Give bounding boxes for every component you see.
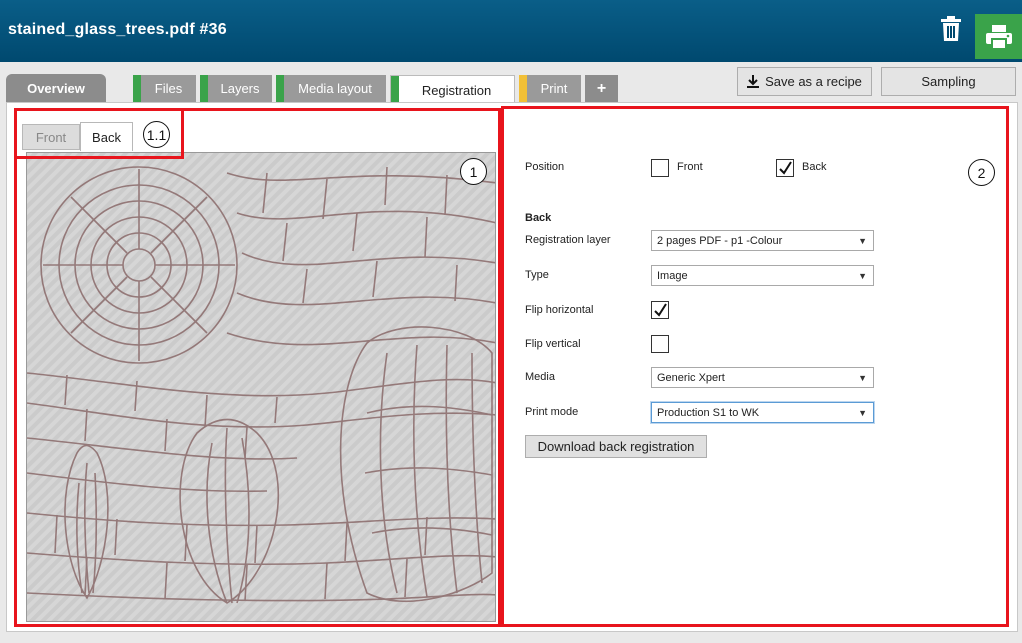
side-tab-label: Front [35,129,67,145]
select-value: Image [657,269,688,282]
status-strip [133,75,141,102]
tab-print[interactable]: Print [519,75,581,102]
trash-icon[interactable] [936,14,966,44]
save-as-recipe-button[interactable]: Save as a recipe [737,67,872,96]
tab-files[interactable]: Files [133,75,196,102]
download-back-registration-button[interactable]: Download back registration [525,435,707,458]
registration-preview-image [26,152,496,622]
tab-label: Print [540,81,568,96]
position-label: Position [525,161,565,173]
document-title: stained_glass_trees.pdf #36 [8,21,227,38]
print-mode-label: Print mode [525,406,579,418]
position-front-label: Front [677,161,703,173]
tab-layers[interactable]: Layers [200,75,272,102]
tab-label: Files [154,81,183,96]
dropdown-arrow-icon: ▼ [858,271,867,281]
side-tab-front[interactable]: Front [22,124,80,150]
select-value: 2 pages PDF - p1 -Colour [657,234,783,247]
dropdown-arrow-icon: ▼ [858,373,867,383]
callout-sides: 1.1 [143,121,170,148]
callout-label: 1 [469,163,478,180]
type-select[interactable]: Image ▼ [651,265,874,286]
download-icon [747,75,760,88]
print-mode-select[interactable]: Production S1 to WK ▼ [651,402,874,423]
sampling-label: Sampling [921,74,976,89]
title-bar: stained_glass_trees.pdf #36 [0,0,1022,62]
position-front-checkbox[interactable] [651,159,669,177]
printer-icon [985,24,1012,49]
download-label: Download back registration [537,439,695,454]
tab-label: Registration [421,82,492,98]
tab-label: Layers [220,81,260,96]
dropdown-arrow-icon: ▼ [858,408,867,418]
dropdown-arrow-icon: ▼ [858,236,867,246]
side-tab-back[interactable]: Back [80,122,133,151]
checkmark-icon [654,303,667,317]
position-back-checkbox[interactable] [776,159,794,177]
status-strip [391,76,399,104]
select-value: Generic Xpert [657,371,725,384]
media-label: Media [525,371,555,383]
callout-label: 1.1 [146,126,167,143]
side-tab-label: Back [92,129,121,145]
status-strip [200,75,208,102]
tab-registration[interactable]: Registration [390,75,515,104]
tab-label: Overview [27,80,85,96]
callout-label: 2 [977,164,986,181]
type-label: Type [525,269,549,281]
sampling-button[interactable]: Sampling [881,67,1016,96]
flip-horizontal-checkbox[interactable] [651,301,669,319]
callout-settings: 2 [968,159,995,186]
tab-overview[interactable]: Overview [6,74,106,102]
stained-glass-artwork [27,153,495,621]
checkmark-icon [779,161,792,175]
flip-vertical-checkbox[interactable] [651,335,669,353]
registration-layer-label: Registration layer [525,234,611,246]
flip-vertical-label: Flip vertical [525,338,581,350]
position-back-label: Back [802,161,827,173]
status-strip [519,75,527,102]
media-select[interactable]: Generic Xpert ▼ [651,367,874,388]
callout-preview: 1 [460,158,487,185]
tab-media-layout[interactable]: Media layout [276,75,386,102]
flip-horizontal-label: Flip horizontal [525,304,594,316]
select-value: Production S1 to WK [657,406,760,419]
status-strip [276,75,284,102]
save-as-recipe-label: Save as a recipe [765,74,862,89]
add-tab-button[interactable]: + [585,75,618,102]
registration-layer-select[interactable]: 2 pages PDF - p1 -Colour ▼ [651,230,874,251]
section-title: Back [525,212,552,224]
tab-label: Media layout [298,81,372,96]
print-button[interactable] [975,14,1022,59]
plus-icon: + [596,79,607,97]
